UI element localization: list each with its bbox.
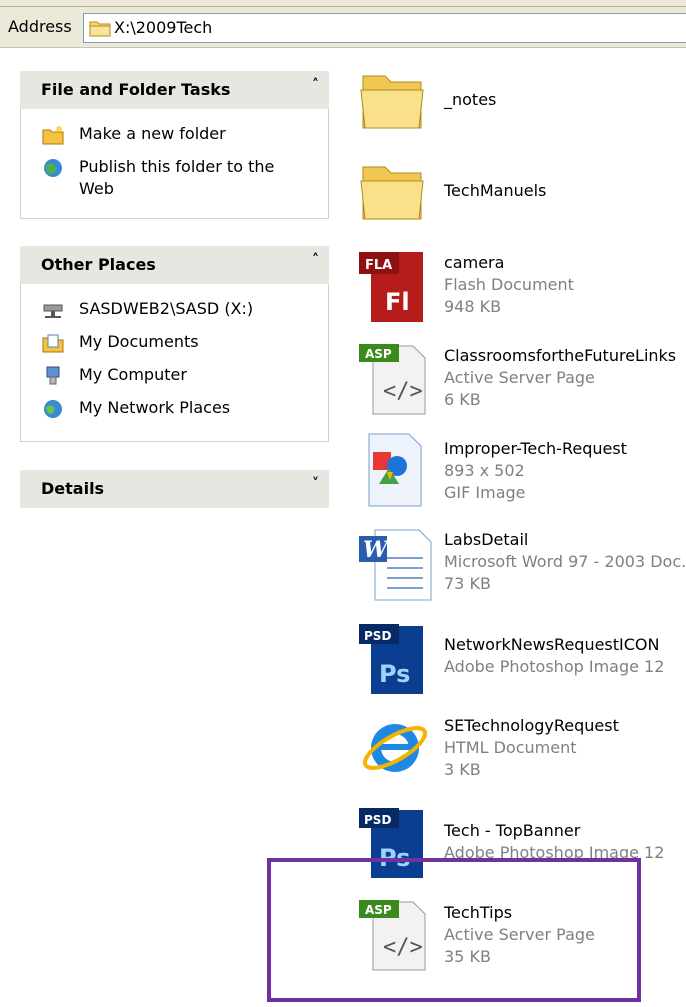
address-value: X:\2009Tech: [114, 18, 213, 37]
network-drive-icon: [43, 304, 63, 318]
other-places-header[interactable]: Other Places ˄: [20, 246, 329, 284]
asp-file-icon: ASP </>: [359, 344, 426, 415]
make-new-folder-link[interactable]: Make a new folder: [21, 123, 226, 145]
publish-web-link[interactable]: Publish this folder to the Web: [21, 156, 289, 200]
collapse-chevron-icon[interactable]: ˄: [312, 77, 319, 93]
fla-file-icon: FLA Fl: [359, 252, 423, 322]
psd-file-icon: PSD Ps: [359, 624, 423, 694]
address-bar: Address X:\2009Tech: [0, 7, 686, 48]
file-item[interactable]: FLA Fl camera Flash Document 948 KB: [357, 250, 686, 332]
file-item[interactable]: SETechnologyRequest HTML Document 3 KB: [357, 710, 686, 792]
details-header[interactable]: Details ˅: [20, 470, 329, 508]
details-panel: Details ˅: [20, 470, 329, 508]
panel-title: Details: [41, 479, 105, 498]
svg-text:</>: </>: [383, 379, 423, 404]
svg-text:Ps: Ps: [379, 660, 410, 688]
panel-title: File and Folder Tasks: [41, 80, 231, 99]
network-places-icon: [44, 400, 62, 418]
place-item-my-documents[interactable]: My Documents: [21, 331, 199, 353]
svg-text:W: W: [363, 537, 390, 563]
gif-file-icon: [368, 433, 422, 507]
publish-web-icon: [44, 159, 62, 177]
my-documents-icon: [42, 334, 64, 353]
file-item[interactable]: Improper-Tech-Request 893 x 502 GIF Imag…: [357, 432, 686, 514]
file-folder-tasks-panel: File and Folder Tasks ˄ Make a new folde…: [20, 71, 329, 219]
toolbar-edge: [0, 0, 686, 7]
place-item-network-drive[interactable]: SASDWEB2\SASD (X:): [21, 298, 253, 320]
new-folder-icon: [42, 126, 64, 145]
html-file-icon: [362, 724, 428, 772]
selection-highlight-box: [267, 858, 641, 1002]
svg-text:Fl: Fl: [385, 288, 410, 316]
folder-icon: [89, 21, 111, 37]
svg-text:PSD: PSD: [364, 813, 391, 827]
svg-text:PSD: PSD: [364, 629, 391, 643]
file-item[interactable]: TechManuels: [357, 161, 686, 243]
word-file-icon: W: [359, 529, 432, 601]
svg-text:FLA: FLA: [365, 258, 392, 273]
place-item-my-network-places[interactable]: My Network Places: [21, 397, 230, 419]
file-item[interactable]: PSD Ps NetworkNewsRequestICON Adobe Phot…: [357, 622, 686, 704]
panel-title: Other Places: [41, 255, 156, 274]
expand-chevron-icon[interactable]: ˅: [312, 476, 319, 492]
address-input[interactable]: X:\2009Tech: [83, 13, 686, 43]
place-item-my-computer[interactable]: My Computer: [21, 364, 187, 386]
file-folder-tasks-header[interactable]: File and Folder Tasks ˄: [20, 71, 329, 109]
file-item[interactable]: W LabsDetail Microsoft Word 97 - 2003 Do…: [357, 526, 686, 608]
collapse-chevron-icon[interactable]: ˄: [312, 252, 319, 268]
folder-icon: [360, 166, 424, 220]
my-computer-icon: [46, 366, 60, 385]
file-item[interactable]: _notes: [357, 70, 686, 152]
address-label: Address: [8, 17, 72, 36]
other-places-panel: Other Places ˄ SASDWEB2\SASD (X:) My Doc…: [20, 246, 329, 442]
svg-text:ASP: ASP: [365, 347, 392, 361]
file-item[interactable]: ASP </> ClassroomsfortheFutureLinks Acti…: [357, 340, 686, 422]
folder-icon: [360, 75, 424, 129]
